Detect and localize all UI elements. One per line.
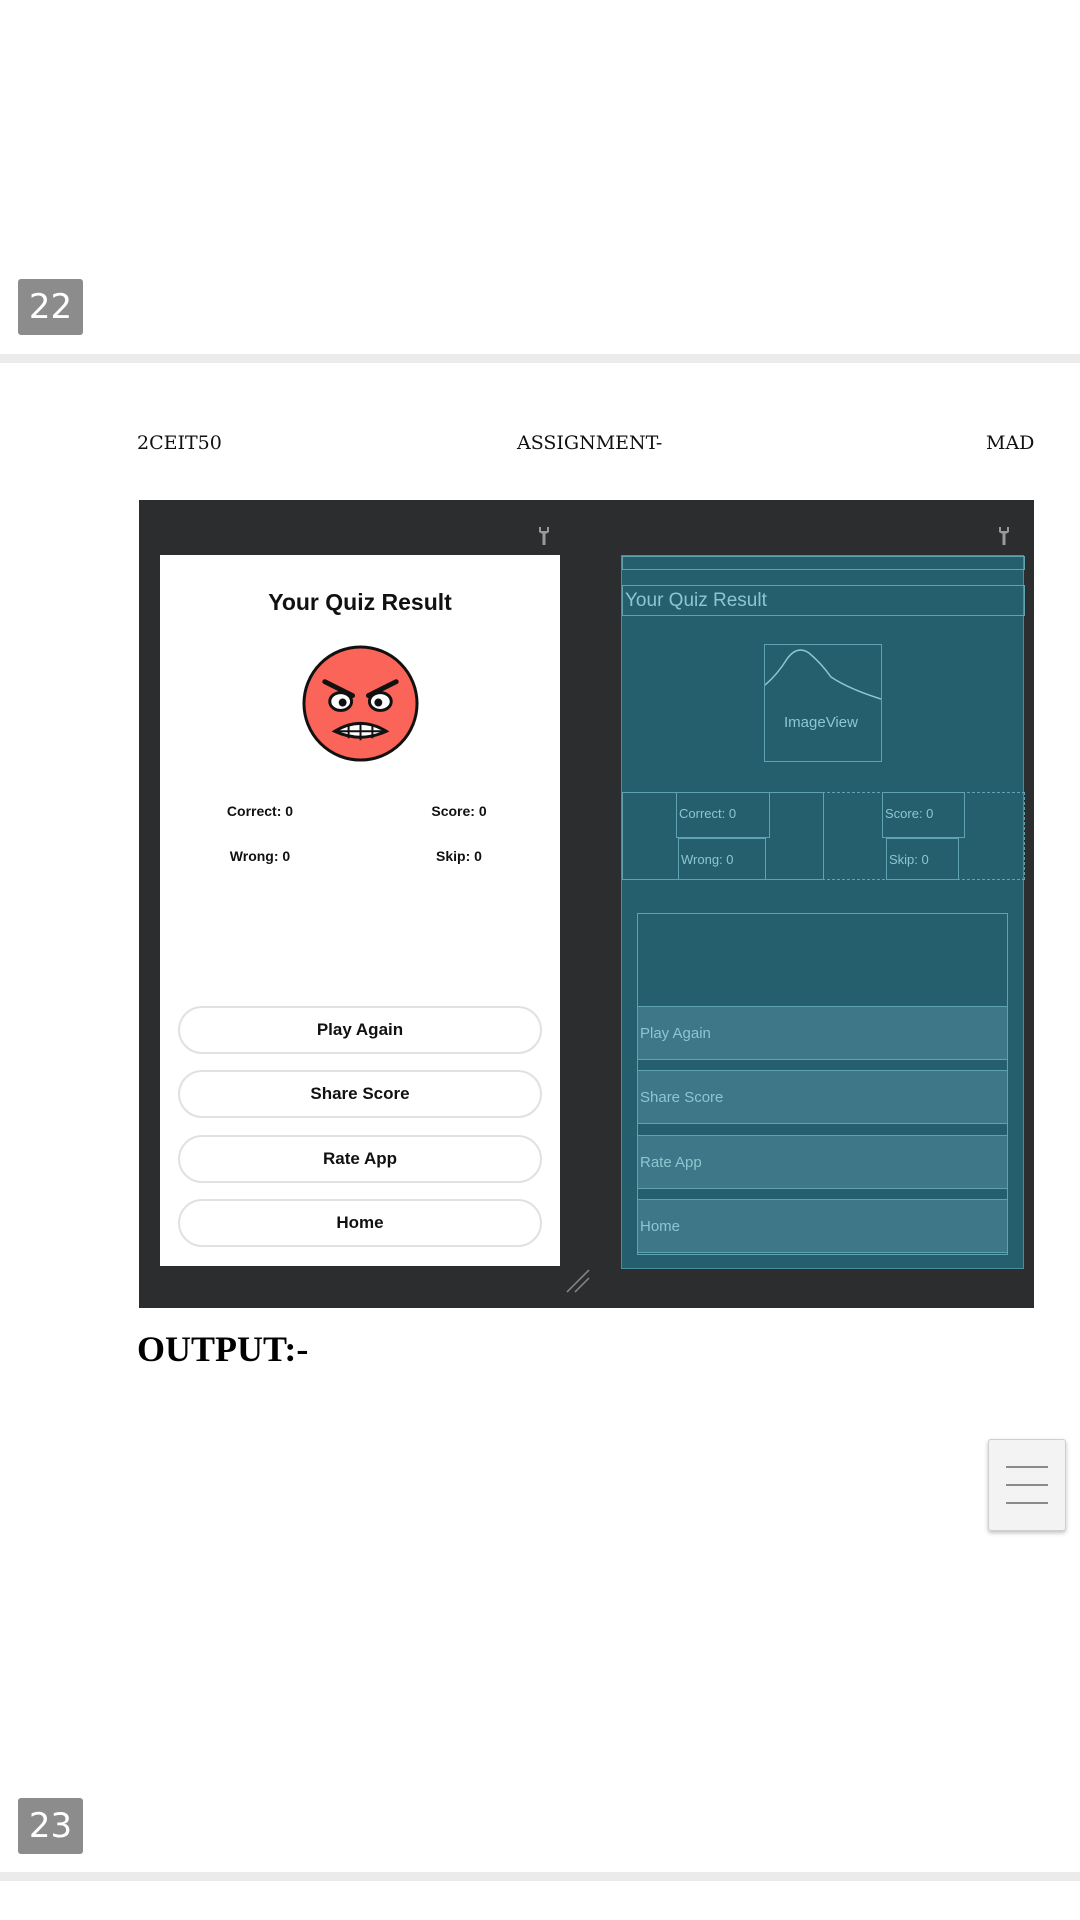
blueprint-share-score: Share Score	[637, 1070, 1008, 1124]
blueprint-topbar	[622, 556, 1025, 570]
quiz-result-title: Your Quiz Result	[268, 589, 452, 615]
hamburger-icon	[1006, 1466, 1048, 1468]
angry-face-icon	[302, 645, 419, 762]
share-score-button[interactable]: Share Score	[178, 1070, 542, 1118]
page-separator	[0, 1872, 1080, 1881]
blueprint-rate-app-label: Rate App	[640, 1154, 702, 1171]
page-number: 22	[18, 279, 83, 335]
imageview-placeholder-icon	[765, 649, 881, 700]
hamburger-icon	[1006, 1502, 1048, 1504]
layout-editor-screenshot: Your Quiz Result Correct: 0 Score: 0 Wro…	[139, 500, 1034, 1308]
score-value: Score: 0	[431, 803, 487, 819]
blueprint-skip: Skip: 0	[889, 852, 929, 867]
menu-button[interactable]	[988, 1439, 1066, 1531]
wrench-icon	[999, 527, 1009, 545]
rate-app-button[interactable]: Rate App	[178, 1135, 542, 1183]
correct-count: Correct: 0	[226, 803, 294, 819]
blueprint-wrong: Wrong: 0	[681, 852, 734, 867]
skip-count: Skip: 0	[436, 848, 482, 864]
blueprint-title: Your Quiz Result	[625, 590, 767, 611]
blueprint-wrong-box: Wrong: 0	[678, 838, 766, 880]
blueprint-play-again: Play Again	[637, 1006, 1008, 1060]
blueprint-score-box: Score: 0	[882, 792, 965, 838]
blueprint-play-again-label: Play Again	[640, 1025, 711, 1042]
blueprint-correct: Correct: 0	[679, 806, 737, 821]
resize-handle-icon[interactable]	[565, 1268, 591, 1294]
blueprint-correct-box: Correct: 0	[676, 792, 770, 838]
header-left: 2CEIT50	[137, 432, 222, 454]
page-separator	[0, 354, 1080, 363]
home-button[interactable]: Home	[178, 1199, 542, 1247]
header-center: ASSIGNMENT-	[517, 432, 663, 454]
blueprint-title-box: Your Quiz Result	[622, 585, 1025, 616]
imageview-label: ImageView	[784, 714, 858, 731]
wrench-icon	[539, 527, 549, 545]
blueprint-home-label: Home	[640, 1218, 681, 1235]
blueprint-home: Home	[637, 1199, 1008, 1253]
blueprint-skip-box: Skip: 0	[886, 838, 959, 880]
blueprint-score: Score: 0	[885, 806, 934, 821]
wrong-count: Wrong: 0	[229, 848, 291, 864]
play-again-button[interactable]: Play Again	[178, 1006, 542, 1054]
output-heading: OUTPUT:-	[137, 1329, 309, 1369]
page-number: 23	[18, 1798, 83, 1854]
header-right: MAD	[986, 432, 1035, 454]
blueprint-rate-app: Rate App	[637, 1135, 1008, 1189]
blueprint-view: Your Quiz Result ImageView Correct: 0 Wr…	[621, 555, 1025, 1269]
blueprint-imageview: ImageView	[764, 644, 882, 762]
blueprint-share-score-label: Share Score	[640, 1089, 724, 1106]
design-preview: Your Quiz Result Correct: 0 Score: 0 Wro…	[160, 555, 560, 1266]
hamburger-icon	[1006, 1484, 1048, 1486]
